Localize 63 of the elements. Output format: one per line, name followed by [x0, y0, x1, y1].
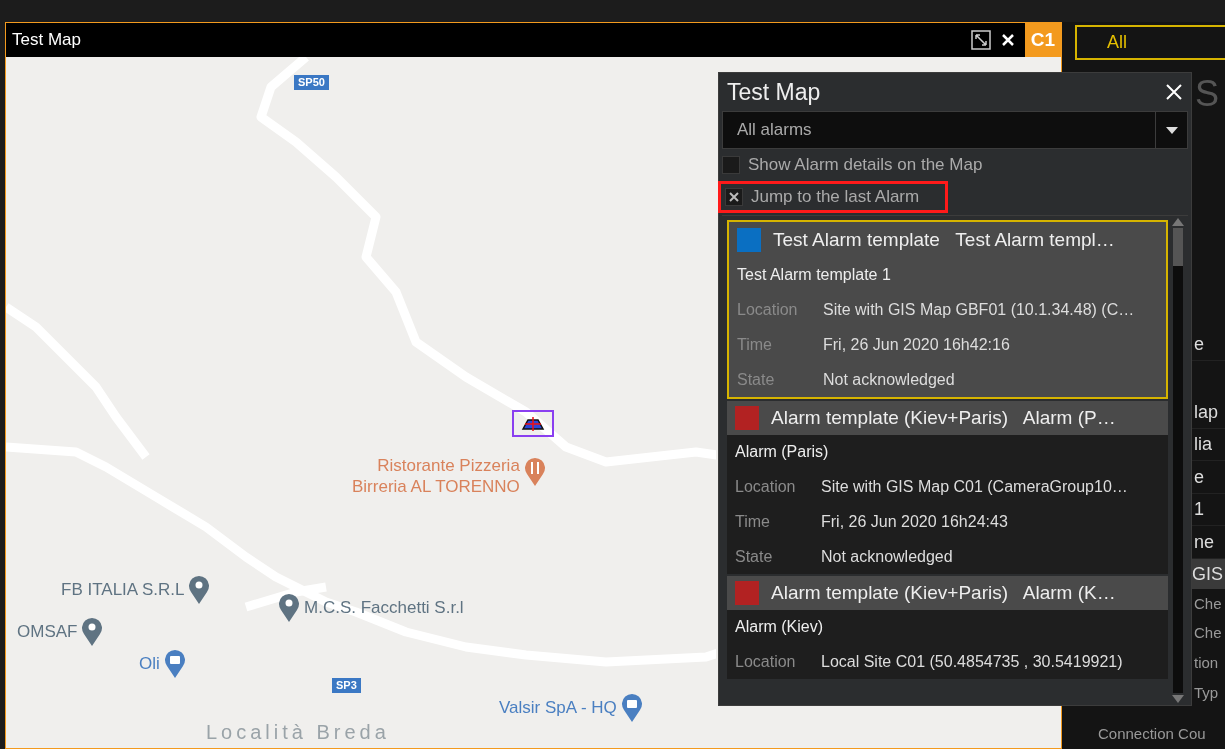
alarm-filter-dropdown[interactable]: All alarms — [722, 111, 1188, 149]
field-value: Fri, 26 Jun 2020 16h42:16 — [823, 334, 1010, 355]
alarm-name: Test Alarm template 1 — [736, 265, 892, 285]
field-value: Not acknowledged — [821, 546, 953, 567]
checkbox[interactable] — [725, 188, 743, 206]
field-value: Not acknowledged — [823, 369, 955, 390]
map-place-label: Oli — [139, 653, 160, 676]
panel-text: Che — [1194, 623, 1222, 644]
close-icon[interactable] — [1000, 33, 1015, 47]
location-pin-icon — [188, 575, 211, 605]
dropdown-caret-icon — [1165, 126, 1178, 134]
checkbox-label[interactable]: Show Alarm details on the Map — [748, 152, 983, 178]
field-label: State — [737, 369, 776, 390]
field-label: State — [735, 546, 774, 567]
map-area-label: Località Breda — [206, 720, 390, 745]
road-number-badge: SP50 — [294, 75, 329, 90]
map-place-label: OMSAF — [17, 621, 78, 644]
panel-text: Connection Cou — [1098, 724, 1206, 745]
alarm-card[interactable]: Test Alarm template Test Alarm templ… Test Alarm template 1 Location Site with GIS Map GBF01 (10.1.34.48) (C… Time Fri, 26 Jun 2020 16h42:16 State Not acknowledged — [727, 220, 1168, 399]
location-pin-icon — [81, 617, 104, 647]
panel-text: e — [1194, 333, 1204, 357]
camera-marker-icon — [521, 416, 545, 431]
panel-text: Che — [1194, 593, 1222, 614]
scroll-down-icon[interactable] — [1172, 695, 1184, 703]
map-place-label: FB ITALIA S.R.L — [61, 579, 185, 602]
field-label: Location — [735, 476, 797, 497]
alarm-name: Alarm (Kiev) — [734, 617, 824, 637]
alarm-card[interactable]: Alarm template (Kiev+Paris) Alarm (K… Alarm (Kiev) Location Local Site C01 (50.4854735 , 30.5419921) — [727, 576, 1168, 679]
scroll-up-icon[interactable] — [1172, 218, 1184, 226]
restaurant-pin-icon — [523, 457, 546, 487]
field-label: Location — [735, 651, 797, 672]
field-value: Fri, 26 Jun 2020 16h24:43 — [821, 511, 1008, 532]
panel-text: ne — [1194, 530, 1215, 554]
window-title: Test Map — [11, 29, 82, 52]
shopping-bag-pin-icon — [620, 693, 643, 723]
panel-text: S — [1195, 72, 1219, 117]
field-label: Time — [735, 511, 771, 532]
map-place-label: Ristorante Pizzeria Birreria AL TORENNO — [352, 455, 520, 497]
popup-title: Test Map — [727, 77, 821, 107]
close-icon[interactable] — [1166, 84, 1182, 100]
panel-text: lia — [1194, 433, 1212, 457]
panel-text: lap — [1194, 400, 1219, 424]
scroll-thumb[interactable] — [1173, 228, 1183, 266]
alarm-name: Alarm (Paris) — [734, 442, 830, 462]
checkbox[interactable] — [722, 156, 740, 174]
cross-check-icon — [729, 192, 739, 202]
shopping-bag-pin-icon — [163, 649, 186, 679]
alarm-card[interactable]: Alarm template (Kiev+Paris) Alarm (P… Alarm (Paris) Location Site with GIS Map C01 (CameraGroup10… Time Fri, 26 Jun 2020 16h24:43 State Not acknowledged — [727, 401, 1168, 574]
camera-group-badge: C1 — [1024, 23, 1061, 57]
filter-tab[interactable]: All — [1075, 25, 1225, 60]
road-number-badge: SP3 — [332, 678, 361, 693]
panel-text: e — [1194, 465, 1204, 489]
map-place-label: M.C.S. Facchetti S.r.l — [304, 597, 464, 620]
location-pin-icon — [278, 593, 300, 623]
field-label: Location — [737, 299, 799, 320]
panel-text: Typ — [1194, 682, 1219, 703]
field-label: Time — [737, 334, 773, 355]
maximize-icon[interactable] — [970, 30, 991, 50]
map-place-label: Valsir SpA - HQ — [499, 697, 617, 720]
panel-text: tion — [1194, 653, 1219, 673]
panel-text: 1 — [1194, 498, 1204, 522]
camera-marker[interactable] — [512, 410, 554, 437]
panel-text: GIS — [1192, 562, 1223, 586]
